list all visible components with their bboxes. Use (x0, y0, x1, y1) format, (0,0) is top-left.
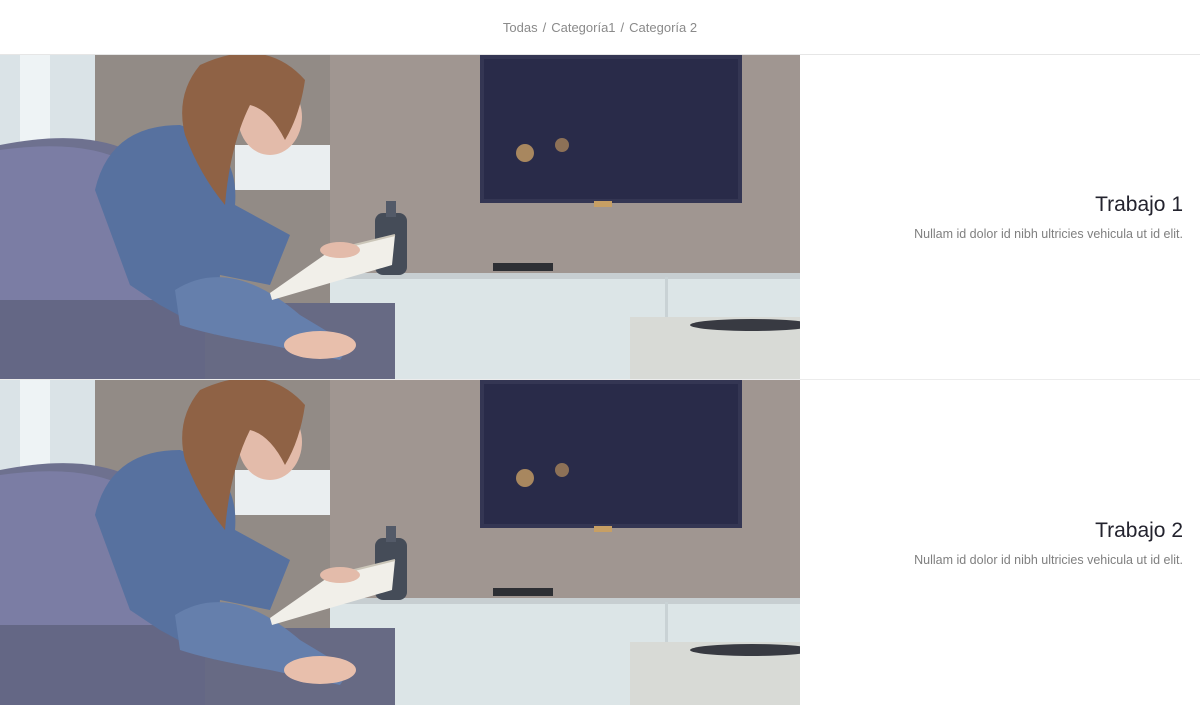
work-title[interactable]: Trabajo 1 (1095, 193, 1183, 217)
work-item: Trabajo 2 Nullam id dolor id nibh ultric… (0, 380, 1200, 705)
work-thumbnail[interactable] (0, 55, 800, 379)
work-description: Nullam id dolor id nibh ultricies vehicu… (914, 227, 1183, 241)
work-description: Nullam id dolor id nibh ultricies vehicu… (914, 552, 1183, 567)
work-info: Trabajo 1 Nullam id dolor id nibh ultric… (800, 55, 1200, 379)
work-thumbnail[interactable] (0, 380, 800, 705)
work-item: Trabajo 1 Nullam id dolor id nibh ultric… (0, 55, 1200, 380)
filter-category-1[interactable]: Categoría1 (551, 20, 615, 35)
work-photo-image (0, 55, 800, 379)
portfolio-list: Trabajo 1 Nullam id dolor id nibh ultric… (0, 55, 1200, 705)
filter-separator: / (620, 19, 625, 35)
work-title[interactable]: Trabajo 2 (1095, 519, 1183, 543)
filter-separator: / (542, 19, 547, 35)
work-info: Trabajo 2 Nullam id dolor id nibh ultric… (800, 380, 1200, 705)
work-photo-image (0, 380, 800, 705)
filter-all[interactable]: Todas (503, 20, 538, 35)
category-filter-bar: Todas / Categoría1 / Categoría 2 (0, 0, 1200, 55)
filter-category-2[interactable]: Categoría 2 (629, 20, 697, 35)
